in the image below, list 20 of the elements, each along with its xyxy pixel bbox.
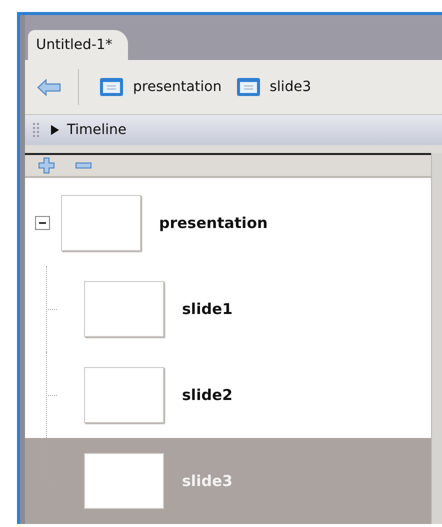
add-icon[interactable] [38, 157, 55, 174]
timeline-label: Timeline [67, 122, 127, 138]
back-arrow-icon[interactable] [37, 78, 62, 96]
slide-icon [236, 77, 261, 97]
tree-row[interactable]: slide1 [25, 266, 431, 352]
grip-icon [33, 122, 39, 138]
tree-row[interactable]: slide2 [25, 352, 431, 438]
slide-label: slide1 [182, 300, 233, 318]
tree-row[interactable]: presentation [25, 178, 431, 266]
expand-triangle-icon[interactable] [51, 125, 59, 135]
remove-icon[interactable] [75, 162, 92, 169]
collapse-icon[interactable] [35, 216, 50, 230]
slide-label: slide2 [182, 386, 233, 404]
slide-label: slide3 [182, 472, 233, 490]
timeline-bar[interactable]: Timeline [25, 115, 442, 145]
document-tab[interactable]: Untitled-1* [28, 30, 128, 60]
breadcrumb-link[interactable]: slide3 [236, 77, 312, 97]
slide-label: presentation [159, 214, 268, 232]
slide-icon [99, 77, 124, 97]
breadcrumb-link[interactable]: presentation [99, 77, 222, 97]
